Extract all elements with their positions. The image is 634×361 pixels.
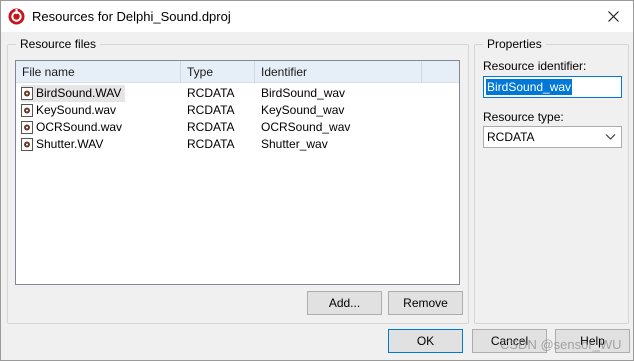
properties-legend: Properties (483, 37, 546, 51)
close-icon (607, 11, 619, 22)
resource-files-legend: Resource files (16, 37, 101, 51)
identifier-cell: BirdSound_wav (261, 86, 346, 100)
cancel-button[interactable]: Cancel (472, 329, 547, 353)
file-name-text: KeySound.wav (36, 103, 117, 117)
file-name-cell: KeySound.wav (16, 102, 181, 119)
column-header-filler (422, 61, 459, 83)
remove-button[interactable]: Remove (388, 291, 463, 315)
resource-identifier-input[interactable]: BirdSound_wav (483, 76, 622, 98)
file-name-text: Shutter.WAV (36, 137, 104, 151)
resources-dialog: Resources for Delphi_Sound.dproj Resourc… (0, 0, 634, 361)
file-name-text: BirdSound.WAV (36, 86, 122, 100)
file-name-cell: Shutter.WAV (16, 136, 181, 153)
title-bar: Resources for Delphi_Sound.dproj (1, 1, 633, 32)
file-name-wrap: BirdSound.WAV (21, 85, 126, 102)
table-row[interactable]: OCRSound.wav RCDATA OCRSound_wav (16, 119, 459, 136)
type-cell: RCDATA (187, 103, 235, 117)
resource-files-group: Resource files File name Type Identifier (7, 37, 469, 324)
table-row[interactable]: Shutter.WAV RCDATA Shutter_wav (16, 136, 459, 153)
file-name-text: OCRSound.wav (36, 120, 123, 134)
sound-file-icon (21, 138, 33, 151)
ok-button[interactable]: OK (388, 329, 463, 353)
file-name-wrap: KeySound.wav (21, 102, 120, 119)
sound-file-icon (21, 121, 33, 134)
list-rows: BirdSound.WAV RCDATA BirdSound_wav KeySo… (16, 85, 459, 153)
resource-identifier-value: BirdSound_wav (486, 79, 573, 95)
table-row[interactable]: KeySound.wav RCDATA KeySound_wav (16, 102, 459, 119)
type-cell: RCDATA (187, 120, 235, 134)
column-header-identifier[interactable]: Identifier (255, 61, 422, 83)
table-row[interactable]: BirdSound.WAV RCDATA BirdSound_wav (16, 85, 459, 102)
file-name-cell: BirdSound.WAV (16, 85, 181, 102)
properties-group: Properties Resource identifier: BirdSoun… (474, 37, 629, 324)
close-button[interactable] (593, 1, 633, 32)
resource-type-value: RCDATA (487, 130, 535, 144)
add-button[interactable]: Add... (307, 291, 382, 315)
resource-files-list[interactable]: File name Type Identifier BirdSound.WAV … (15, 60, 460, 285)
resource-type-label: Resource type: (483, 110, 564, 124)
resource-type-select[interactable]: RCDATA (483, 126, 622, 148)
file-name-wrap: Shutter.WAV (21, 136, 107, 153)
identifier-cell: Shutter_wav (261, 137, 328, 151)
delphi-app-icon (8, 8, 25, 25)
identifier-cell: KeySound_wav (261, 103, 345, 117)
column-header-type[interactable]: Type (181, 61, 255, 83)
resource-identifier-label: Resource identifier: (483, 59, 587, 73)
identifier-cell: OCRSound_wav (261, 120, 351, 134)
window-title: Resources for Delphi_Sound.dproj (32, 9, 231, 24)
type-cell: RCDATA (187, 137, 235, 151)
file-name-cell: OCRSound.wav (16, 119, 181, 136)
help-button[interactable]: Help (555, 329, 630, 353)
list-header: File name Type Identifier (16, 61, 459, 83)
file-name-wrap: OCRSound.wav (21, 119, 126, 136)
sound-file-icon (21, 104, 33, 117)
type-cell: RCDATA (187, 86, 235, 100)
chevron-down-icon (605, 134, 616, 140)
column-header-file-name[interactable]: File name (16, 61, 181, 83)
sound-file-icon (21, 87, 33, 100)
